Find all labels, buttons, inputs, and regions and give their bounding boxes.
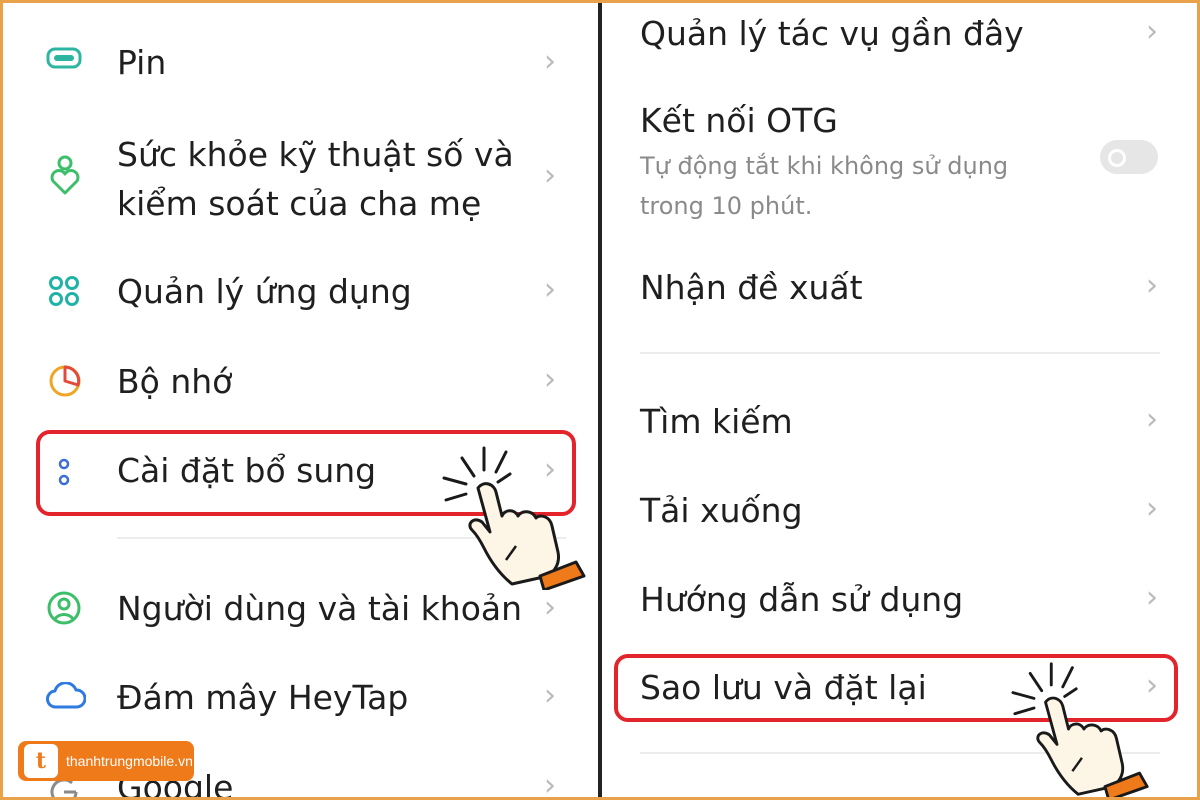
- settings-item-downloads[interactable]: Tải xuống ›: [602, 466, 1200, 556]
- chevron-right-icon: ›: [544, 678, 556, 713]
- panel-divider: [598, 0, 602, 800]
- settings-item-user-guide[interactable]: Hướng dẫn sử dụng ›: [602, 556, 1200, 646]
- chevron-right-icon: ›: [544, 44, 556, 79]
- settings-item-label: Người dùng và tài khoản: [117, 589, 523, 628]
- settings-item-otg[interactable]: Kết nối OTG Tự động tắt khi không sử dụn…: [602, 90, 1200, 230]
- settings-item-label-line1: Sức khỏe kỹ thuật số và: [117, 135, 514, 174]
- settings-item-label: Tải xuống: [640, 491, 803, 530]
- settings-item-label: Quản lý ứng dụng: [117, 272, 412, 311]
- otg-toggle-switch[interactable]: [1100, 140, 1158, 174]
- brand-logo-icon: t: [24, 744, 58, 778]
- chevron-right-icon: ›: [544, 362, 556, 397]
- user-account-icon: [47, 591, 81, 625]
- settings-item-label: Nhận đề xuất: [640, 268, 863, 307]
- list-divider: [640, 352, 1160, 354]
- settings-item-recent-tasks[interactable]: Quản lý tác vụ gần đây ›: [602, 0, 1200, 70]
- settings-item-label: Bộ nhớ: [117, 362, 233, 401]
- settings-item-label: Pin: [117, 43, 167, 82]
- chevron-right-icon: ›: [1146, 580, 1158, 615]
- cloud-icon: [46, 682, 86, 709]
- chevron-right-icon: ›: [544, 590, 556, 625]
- settings-item-search[interactable]: Tìm kiếm ›: [602, 376, 1200, 466]
- chevron-right-icon: ›: [1146, 491, 1158, 526]
- settings-item-description-line2: trong 10 phút.: [640, 192, 813, 220]
- settings-item-app-management[interactable]: Quản lý ứng dụng ›: [0, 240, 598, 340]
- settings-list-left: Pin › Sức khỏe kỹ thuật số và kiểm soát …: [0, 0, 598, 800]
- chevron-right-icon: ›: [1146, 402, 1158, 437]
- tap-hand-icon: [1011, 662, 1149, 800]
- settings-item-heytap-cloud[interactable]: Đám mây HeyTap ›: [0, 656, 598, 742]
- heart-person-icon: [50, 155, 80, 195]
- chevron-right-icon: ›: [1146, 14, 1158, 49]
- apps-grid-icon: [49, 276, 79, 306]
- settings-item-label-line2: kiểm soát của cha mẹ: [117, 184, 482, 223]
- settings-item-label: Tìm kiếm: [640, 402, 793, 441]
- settings-list-right: Quản lý tác vụ gần đây › Kết nối OTG Tự …: [602, 0, 1200, 800]
- chevron-right-icon: ›: [544, 768, 556, 800]
- storage-pie-icon: [49, 365, 81, 397]
- settings-item-label: Hướng dẫn sử dụng: [640, 580, 964, 619]
- settings-item-label: Đám mây HeyTap: [117, 678, 409, 717]
- settings-item-suggestions[interactable]: Nhận đề xuất ›: [602, 240, 1200, 336]
- chevron-right-icon: ›: [544, 272, 556, 307]
- settings-item-description-line1: Tự động tắt khi không sử dụng: [640, 152, 1009, 180]
- watermark-logo: t thanhtrungmobile.vn: [18, 741, 194, 781]
- chevron-right-icon: ›: [1146, 268, 1158, 303]
- settings-item-digital-wellbeing[interactable]: Sức khỏe kỹ thuật số và kiểm soát của ch…: [0, 128, 598, 240]
- tap-hand-icon: [442, 446, 586, 590]
- settings-item-label: Quản lý tác vụ gần đây: [640, 14, 1024, 53]
- chevron-right-icon: ›: [544, 158, 556, 193]
- settings-item-battery[interactable]: Pin ›: [0, 0, 598, 128]
- settings-item-label: Kết nối OTG: [640, 101, 838, 140]
- battery-icon: [46, 47, 82, 69]
- settings-item-storage[interactable]: Bộ nhớ ›: [0, 340, 598, 426]
- watermark-text: thanhtrungmobile.vn: [66, 753, 193, 769]
- toggle-knob: [1108, 149, 1126, 167]
